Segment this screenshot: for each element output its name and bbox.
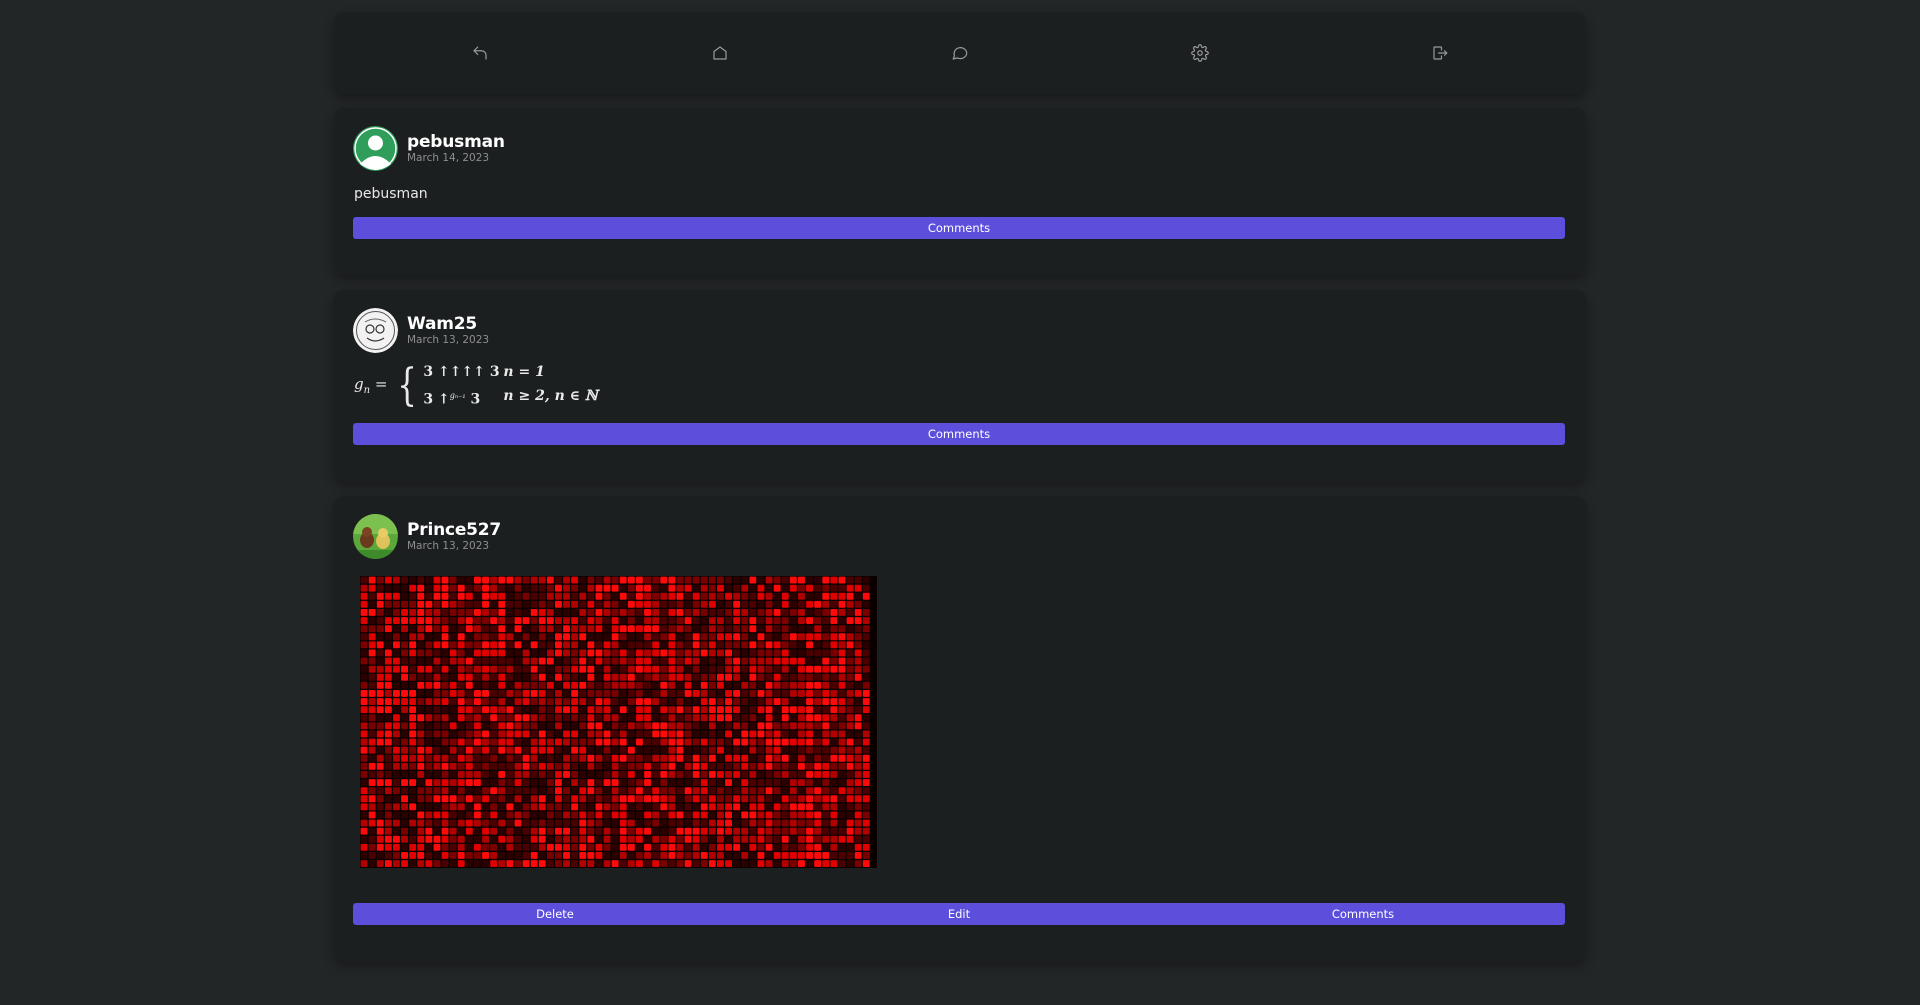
comments-button[interactable]: Comments: [353, 423, 1565, 445]
top-nav-bar: [334, 12, 1586, 94]
comments-button[interactable]: Comments: [353, 217, 1565, 239]
math-case-row: 3 ↑↑↑↑ 3 n = 1: [423, 364, 545, 380]
post-date: March 13, 2023: [407, 334, 490, 346]
post-card: Wam25 March 13, 2023 gn = { 3 ↑↑↑↑ 3 n =…: [334, 290, 1586, 482]
post-header: Wam25 March 13, 2023: [353, 308, 489, 353]
username[interactable]: pebusman: [407, 132, 505, 152]
math-brace: {: [397, 359, 418, 411]
cartoon-dogs-avatar-icon: [353, 514, 398, 559]
math-case-row: 3 ↑gₙ₋₁ 3 n ≥ 2, n ∈ ℕ: [423, 388, 598, 408]
chat-bubble-icon: [952, 47, 968, 60]
post-header: Prince527 March 13, 2023: [353, 514, 501, 559]
post-date: March 14, 2023: [407, 152, 490, 164]
post-actions: Comments: [353, 217, 1565, 239]
post-text: pebusman: [354, 186, 428, 202]
back-button[interactable]: [468, 41, 492, 65]
username[interactable]: Prince527: [407, 520, 501, 540]
math-lhs: gn =: [354, 375, 388, 397]
logout-button[interactable]: [1428, 41, 1452, 65]
post-date: March 13, 2023: [407, 540, 490, 552]
sketch-face-avatar-icon: [353, 308, 398, 353]
avatar[interactable]: [353, 126, 398, 171]
comments-button[interactable]: Comments: [1161, 903, 1565, 925]
avatar[interactable]: [353, 514, 398, 559]
username[interactable]: Wam25: [407, 314, 489, 334]
chat-button[interactable]: [948, 41, 972, 65]
math-formula: gn = { 3 ↑↑↑↑ 3 n = 1 3 ↑gₙ₋₁ 3 n ≥ 2, n…: [354, 360, 598, 412]
red-pixel-grid-image: [360, 576, 877, 868]
gear-icon: [1191, 44, 1209, 62]
red-pixel-grid-graphic: [360, 576, 870, 867]
edit-button[interactable]: Edit: [757, 903, 1161, 925]
settings-button[interactable]: [1188, 41, 1212, 65]
post-header: pebusman March 14, 2023: [353, 126, 505, 171]
post-card: Prince527 March 13, 2023 Delete Edit Com…: [334, 496, 1586, 962]
home-button[interactable]: [708, 41, 732, 65]
post-card: pebusman March 14, 2023 pebusman Comment…: [334, 108, 1586, 275]
post-actions: Delete Edit Comments: [353, 903, 1565, 925]
post-actions: Comments: [353, 423, 1565, 445]
avatar[interactable]: [353, 308, 398, 353]
logout-icon: [1433, 46, 1448, 60]
home-icon: [713, 46, 727, 60]
default-user-avatar-icon: [353, 126, 398, 171]
back-arrow-icon: [473, 46, 487, 60]
delete-button[interactable]: Delete: [353, 903, 757, 925]
